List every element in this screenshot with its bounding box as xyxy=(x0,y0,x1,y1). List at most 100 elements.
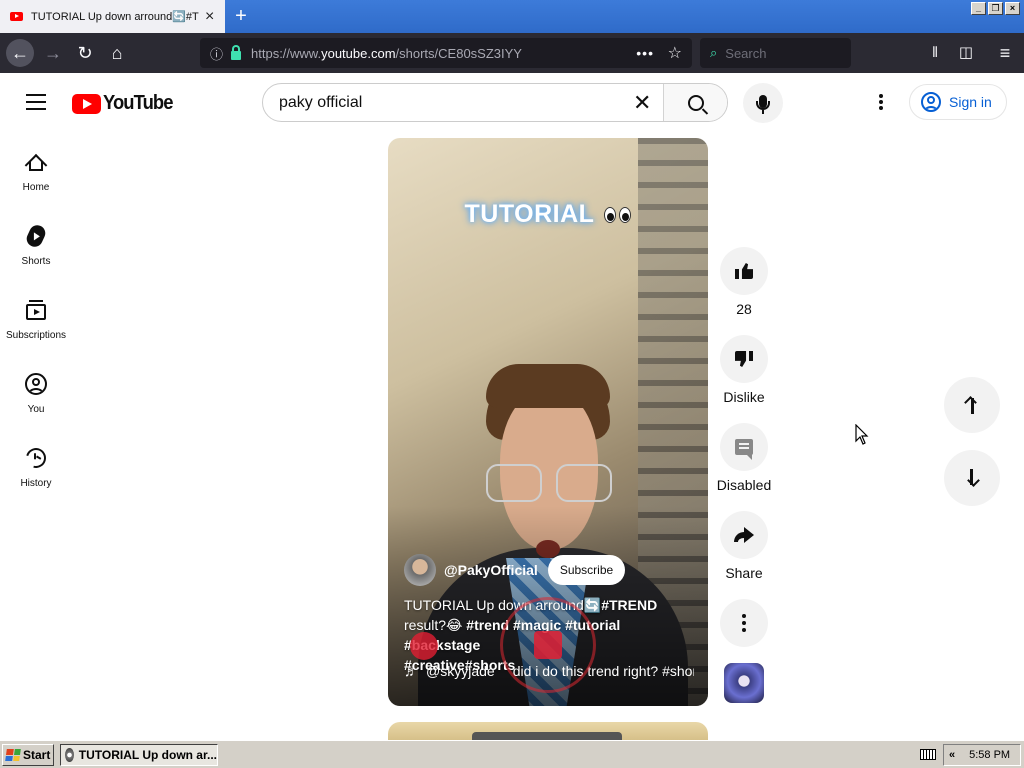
taskbar-window-button[interactable]: TUTORIAL Up down ar... xyxy=(60,744,218,766)
music-creator: @skyyjade xyxy=(426,663,495,679)
guide-item-home[interactable]: Home xyxy=(0,136,72,206)
dislike-label: Dislike xyxy=(723,389,765,405)
share-label: Share xyxy=(725,565,763,581)
voice-search-button[interactable] xyxy=(743,83,783,123)
reload-icon[interactable]: ↻ xyxy=(74,42,96,64)
video-overlay-title: TUTORIAL xyxy=(388,200,708,229)
arrow-down-icon xyxy=(964,469,980,487)
sound-pivot-thumbnail[interactable] xyxy=(724,663,764,703)
more-actions-button[interactable] xyxy=(720,599,768,647)
browser-titlebar: TUTORIAL Up down arround🔄#TREND × + _ ❐ … xyxy=(0,0,1024,33)
keyboard-icon[interactable] xyxy=(920,749,936,760)
guide-item-you[interactable]: You xyxy=(0,358,72,428)
logo-text: YouTube xyxy=(103,92,173,114)
eyes-emoji-icon xyxy=(619,207,632,223)
menu-icon[interactable]: ≡ xyxy=(994,42,1016,64)
arrow-up-icon xyxy=(964,396,980,414)
home-icon xyxy=(26,152,46,172)
more-vertical-icon xyxy=(742,614,746,632)
clock[interactable]: 5:58 PM xyxy=(969,749,1010,761)
shorts-icon xyxy=(24,222,48,250)
guide-item-label: Subscriptions xyxy=(5,330,67,341)
search-button[interactable] xyxy=(663,84,727,121)
share-button[interactable] xyxy=(720,511,768,559)
youtube-logo[interactable]: YouTube xyxy=(72,92,179,115)
page-actions-icon[interactable]: ••• xyxy=(636,45,654,61)
youtube-favicon-icon xyxy=(10,12,23,21)
subscribe-button[interactable]: Subscribe xyxy=(547,555,626,585)
bookmark-star-icon[interactable]: ☆ xyxy=(668,43,682,63)
short-video-player[interactable]: TUTORIAL @PakyOfficial Subscribe TUTORIA… xyxy=(388,138,708,706)
address-bar[interactable]: ⓘ https://www.youtube.com/shorts/CE80sSZ… xyxy=(200,38,692,68)
start-label: Start xyxy=(23,748,51,762)
guide-item-label: Shorts xyxy=(21,256,51,267)
sidebar-icon[interactable]: ◫ xyxy=(955,42,977,64)
guide-menu-icon[interactable] xyxy=(26,94,46,110)
like-count: 28 xyxy=(736,301,752,317)
search-icon xyxy=(687,94,704,111)
channel-handle[interactable]: @PakyOfficial xyxy=(444,562,538,578)
comment-icon xyxy=(735,439,753,460)
sign-in-button[interactable]: Sign in xyxy=(909,84,1007,120)
stop-icon xyxy=(534,631,562,659)
subscriptions-icon xyxy=(26,300,46,320)
youtube-play-icon xyxy=(72,93,101,114)
url-text: https://www.youtube.com/shorts/CE80sSZ3I… xyxy=(251,45,522,61)
next-short-button[interactable] xyxy=(944,450,1000,506)
lock-icon[interactable] xyxy=(231,44,242,60)
account-icon xyxy=(921,92,941,112)
guide-item-label: Home xyxy=(22,182,50,193)
clear-search-icon[interactable]: ✕ xyxy=(633,92,651,114)
previous-short-button[interactable] xyxy=(944,377,1000,433)
search-placeholder: Search xyxy=(725,45,767,61)
guide-item-shorts[interactable]: Shorts xyxy=(0,210,72,280)
window-controls: _ ❐ × xyxy=(971,2,1020,15)
minimize-icon[interactable]: _ xyxy=(971,2,986,15)
windows-logo-icon xyxy=(5,749,21,761)
you-icon xyxy=(25,373,47,395)
library-icon[interactable]: 𝍪 xyxy=(924,42,946,64)
share-icon xyxy=(734,527,754,543)
like-button[interactable] xyxy=(720,247,768,295)
sign-in-label: Sign in xyxy=(949,94,992,110)
browser-window-icon xyxy=(65,748,74,762)
history-icon xyxy=(22,444,50,472)
tab-close-icon[interactable]: × xyxy=(205,8,214,25)
comments-button[interactable] xyxy=(720,423,768,471)
tray-expand-icon[interactable]: « xyxy=(949,749,955,761)
record-dot-icon xyxy=(410,632,438,660)
microphone-icon xyxy=(756,95,770,114)
eyes-emoji-icon xyxy=(604,207,617,223)
home-icon[interactable]: ⌂ xyxy=(106,42,128,64)
browser-search-field[interactable]: ⌕ Search xyxy=(700,38,851,68)
system-tray: « 5:58 PM xyxy=(943,744,1021,766)
browser-tab-active[interactable]: TUTORIAL Up down arround🔄#TREND × xyxy=(0,0,225,33)
new-tab-icon[interactable]: + xyxy=(230,5,252,27)
search-box: ✕ xyxy=(262,83,728,122)
search-input[interactable] xyxy=(279,93,629,112)
close-window-icon[interactable]: × xyxy=(1005,2,1020,15)
restore-icon[interactable]: ❐ xyxy=(988,2,1003,15)
tab-title: TUTORIAL Up down arround🔄#TREND xyxy=(31,11,199,23)
forward-icon[interactable]: → xyxy=(42,42,64,64)
comments-label: Disabled xyxy=(716,477,772,493)
start-button[interactable]: Start xyxy=(2,744,54,766)
search-engine-icon: ⌕ xyxy=(710,45,718,60)
settings-more-icon[interactable] xyxy=(871,92,891,112)
music-note-icon: ♬ xyxy=(404,663,418,679)
channel-row: @PakyOfficial Subscribe xyxy=(404,554,626,586)
browser-toolbar: ← → ↻ ⌂ ⓘ https://www.youtube.com/shorts… xyxy=(0,33,1024,73)
taskbar-window-label: TUTORIAL Up down ar... xyxy=(78,748,217,762)
dislike-button[interactable] xyxy=(720,335,768,383)
thumbs-down-icon xyxy=(735,351,753,367)
guide-item-subscriptions[interactable]: Subscriptions xyxy=(0,284,72,354)
guide-item-history[interactable]: History xyxy=(0,432,72,502)
next-short-preview[interactable] xyxy=(388,722,708,740)
os-taskbar: Start TUTORIAL Up down ar... « 5:58 PM xyxy=(0,740,1024,768)
guide-item-label: You xyxy=(27,404,45,415)
channel-avatar[interactable] xyxy=(404,554,436,586)
info-icon[interactable]: ⓘ xyxy=(210,44,223,63)
guide-item-label: History xyxy=(20,478,52,489)
thumbs-up-icon xyxy=(735,263,753,279)
back-icon[interactable]: ← xyxy=(6,39,34,67)
